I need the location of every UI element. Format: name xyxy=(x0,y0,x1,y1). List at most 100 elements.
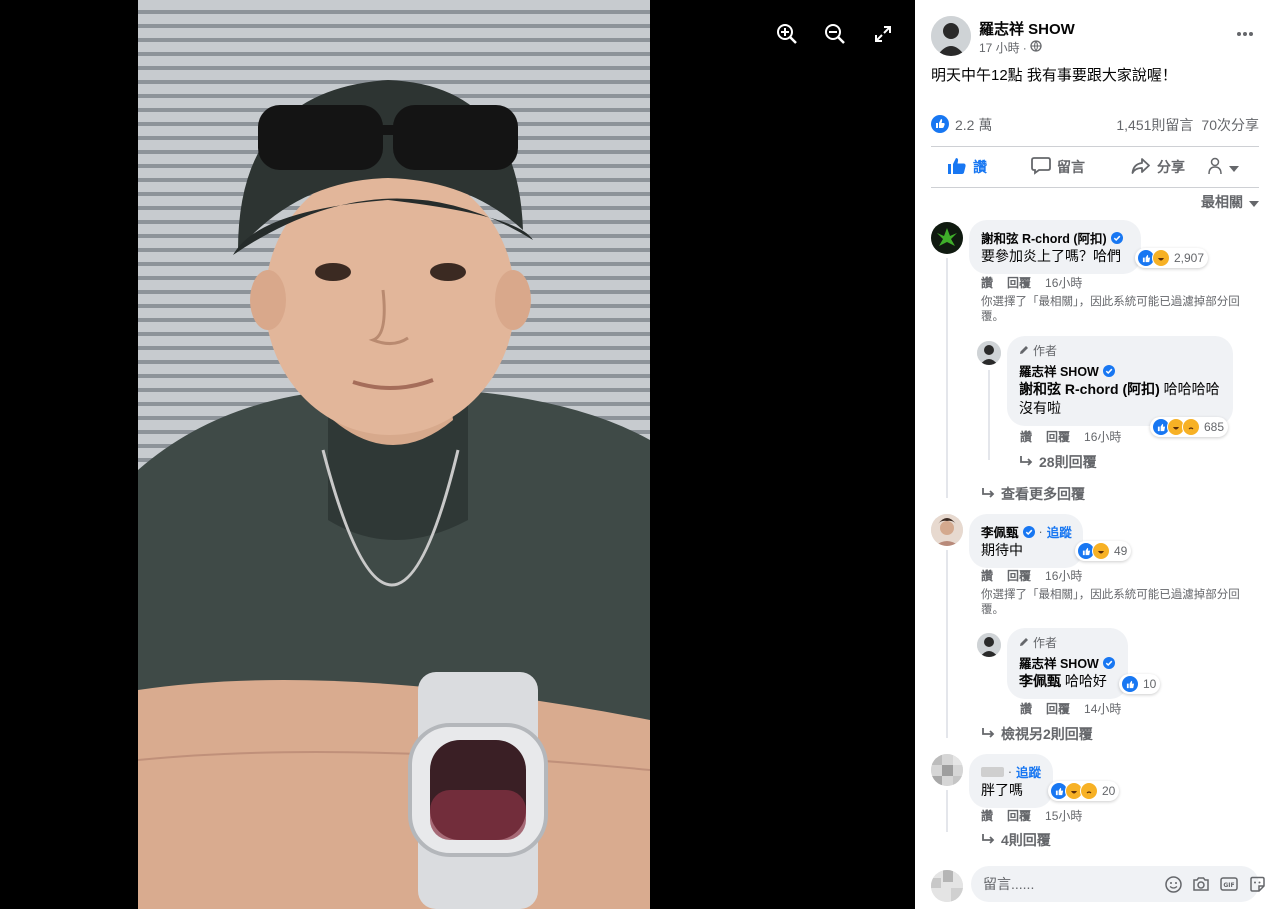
viewer-toolbar xyxy=(775,22,895,46)
like-button[interactable]: 讚 xyxy=(931,149,1003,185)
comment-like-link[interactable]: 讚 xyxy=(981,567,993,584)
reply-like-link[interactable]: 讚 xyxy=(1020,700,1032,717)
commenter-name[interactable]: 李佩甄 · 追蹤 xyxy=(981,522,1072,541)
mention-link[interactable]: 李佩甄 xyxy=(1019,673,1061,689)
comment-like-link[interactable]: 讚 xyxy=(981,807,993,824)
commenter-avatar[interactable] xyxy=(931,222,963,254)
view-more-replies[interactable]: 4則回覆 xyxy=(981,830,1051,850)
reply-arrow-icon xyxy=(981,486,995,502)
thread-line xyxy=(946,790,948,832)
reaction-count: 2.2 萬 xyxy=(955,117,993,133)
meta-dot: · xyxy=(1022,40,1027,55)
comment-count[interactable]: 1,451則留言 xyxy=(1116,115,1193,135)
post-photo[interactable] xyxy=(138,0,650,909)
commenter-name[interactable]: 謝和弦 R-chord (阿扣) xyxy=(981,228,1129,247)
page-name[interactable]: 羅志祥 SHOW xyxy=(979,18,1075,39)
reply-arrow-icon xyxy=(981,832,995,848)
sad-reaction-icon xyxy=(1080,782,1098,800)
share-button[interactable]: 分享 xyxy=(1113,149,1203,185)
comment-reactions[interactable]: 2,907 xyxy=(1135,248,1209,268)
gif-icon[interactable]: GIF xyxy=(1220,875,1238,893)
comment-time[interactable]: 16小時 xyxy=(1045,567,1082,584)
fullscreen-icon[interactable] xyxy=(871,22,895,46)
haha-reaction-icon xyxy=(1152,249,1170,267)
reply-author-name[interactable]: 羅志祥 SHOW xyxy=(1019,653,1116,672)
reply-time[interactable]: 14小時 xyxy=(1084,700,1121,717)
comment-like-link[interactable]: 讚 xyxy=(981,274,993,291)
reply-like-link[interactable]: 讚 xyxy=(1020,428,1032,445)
globe-icon[interactable] xyxy=(1030,40,1042,55)
comment-sort-dropdown[interactable]: 最相關 xyxy=(1201,192,1259,212)
react-as-selector[interactable] xyxy=(1203,149,1243,185)
zoom-in-icon[interactable] xyxy=(775,22,799,46)
photo-viewer xyxy=(0,0,915,909)
reaction-total: 2,907 xyxy=(1174,251,1205,265)
share-label: 分享 xyxy=(1157,159,1185,175)
reaction-summary[interactable]: 2.2 萬 xyxy=(931,114,993,136)
comment-text: 要參加炎上了嗎？哈們 xyxy=(981,248,1121,264)
reply-text: 李佩甄 哈哈好 xyxy=(1019,673,1107,689)
comment-input[interactable] xyxy=(983,876,1164,892)
like-reaction-icon xyxy=(931,114,949,136)
composer-tools: GIF xyxy=(1164,875,1266,893)
comment-text: 胖了嗎 xyxy=(981,782,1023,798)
commenter-name[interactable]: · 追蹤 xyxy=(981,762,1041,781)
comment-button[interactable]: 留言 xyxy=(1003,149,1113,185)
author-avatar[interactable] xyxy=(977,341,1001,365)
follow-link[interactable]: 追蹤 xyxy=(1016,762,1041,781)
page-avatar[interactable] xyxy=(931,16,971,56)
reply-reactions[interactable]: 10 xyxy=(1119,674,1161,694)
view-sub-replies[interactable]: 28則回覆 xyxy=(1019,452,1097,472)
sticker-icon[interactable] xyxy=(1248,875,1266,893)
author-tag: 作者 xyxy=(1019,342,1221,359)
comment-time[interactable]: 15小時 xyxy=(1045,807,1082,824)
comment-time[interactable]: 16小時 xyxy=(1045,274,1082,291)
share-icon xyxy=(1131,157,1151,178)
current-user-avatar xyxy=(931,870,963,902)
mention-link[interactable]: 謝和弦 R-chord (阿扣) xyxy=(1019,381,1160,397)
comment-label: 留言 xyxy=(1057,159,1085,175)
verified-badge-icon xyxy=(1102,656,1115,669)
share-count[interactable]: 70次分享 xyxy=(1201,115,1259,135)
reply-meta: 讚 回覆 16小時 xyxy=(1020,428,1121,445)
post-meta: 17 小時 · xyxy=(979,39,1042,56)
post-time[interactable]: 17 小時 xyxy=(979,39,1020,56)
post-panel: 羅志祥 SHOW 17 小時 · 明天中午12點 我有事要跟大家說喔！ 2.2 … xyxy=(915,0,1275,909)
comment-reply-link[interactable]: 回覆 xyxy=(1007,807,1031,824)
comment-bubble: · 追蹤 胖了嗎 xyxy=(969,754,1053,808)
thread-line xyxy=(946,258,948,498)
verified-badge-icon xyxy=(1110,231,1123,244)
thumbs-up-icon xyxy=(947,157,967,178)
reply-reactions[interactable]: 685 xyxy=(1150,417,1229,437)
sort-label: 最相關 xyxy=(1201,194,1243,210)
verified-badge-icon xyxy=(1022,525,1035,538)
more-options-icon[interactable] xyxy=(1231,22,1259,46)
filter-note: 你選擇了「最相關」，因此系統可能已過濾掉部分回覆。 xyxy=(981,296,1240,323)
reply-reply-link[interactable]: 回覆 xyxy=(1046,428,1070,445)
follow-link[interactable]: 追蹤 xyxy=(1047,522,1072,541)
comment-bubble: 謝和弦 R-chord (阿扣) 要參加炎上了嗎？哈們 xyxy=(969,220,1141,274)
reply-author-name[interactable]: 羅志祥 SHOW xyxy=(1019,361,1221,380)
verified-badge-icon xyxy=(1102,364,1115,377)
emoji-icon[interactable] xyxy=(1164,875,1182,893)
reply-time[interactable]: 16小時 xyxy=(1084,428,1121,445)
author-avatar[interactable] xyxy=(977,633,1001,657)
thread-line xyxy=(946,550,948,738)
comment-reply-link[interactable]: 回覆 xyxy=(1007,274,1031,291)
reply-reply-link[interactable]: 回覆 xyxy=(1046,700,1070,717)
comment-composer: GIF xyxy=(931,866,1265,904)
comment-meta: 讚 回覆 16小時 xyxy=(981,274,1082,291)
author-tag: 作者 xyxy=(1019,634,1116,651)
reaction-total: 20 xyxy=(1102,784,1116,798)
comment-reactions[interactable]: 49 xyxy=(1075,541,1132,561)
commenter-avatar[interactable] xyxy=(931,514,963,546)
post-stats: 2.2 萬 1,451則留言 70次分享 xyxy=(931,114,1259,136)
commenter-avatar[interactable] xyxy=(931,754,963,786)
comment-reply-link[interactable]: 回覆 xyxy=(1007,567,1031,584)
reply-bubble: 作者 羅志祥 SHOW 李佩甄 哈哈好 xyxy=(1007,628,1128,699)
comment-reactions[interactable]: 20 xyxy=(1048,781,1120,801)
view-more-replies[interactable]: 檢視另2則回覆 xyxy=(981,724,1093,744)
zoom-out-icon[interactable] xyxy=(823,22,847,46)
camera-icon[interactable] xyxy=(1192,875,1210,893)
view-more-replies[interactable]: 查看更多回覆 xyxy=(981,484,1085,504)
